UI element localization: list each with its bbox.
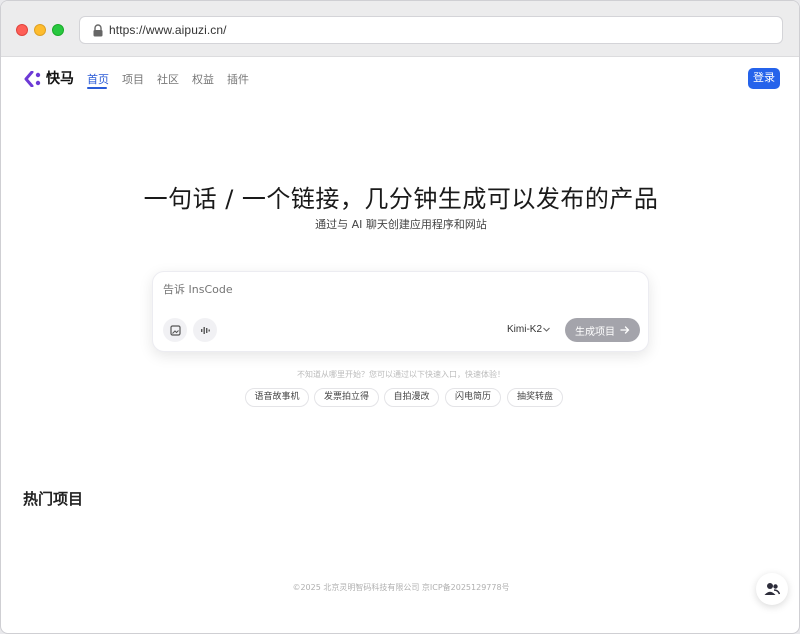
browser-chrome: https://www.aipuzi.cn/ <box>1 1 799 57</box>
arrow-right-icon <box>620 326 630 334</box>
nav-item-community[interactable]: 社区 <box>157 71 179 87</box>
footer-text: ©2025 北京灵明智码科技有限公司 京ICP备2025129778号 <box>292 583 510 592</box>
hero-headline: 一句话 / 一个链接，几分钟生成可以发布的产品 <box>143 185 659 213</box>
nav-item-home[interactable]: 首页 <box>87 71 109 87</box>
nav-item-projects[interactable]: 项目 <box>122 71 144 87</box>
quick-chip-invoice[interactable]: 发票拍立得 <box>314 388 379 407</box>
voice-wave-icon <box>200 326 210 334</box>
upload-image-button[interactable] <box>163 318 187 342</box>
hot-projects-title: 热门项目 <box>23 490 84 508</box>
support-button[interactable] <box>756 573 788 605</box>
quick-chip-voice-story[interactable]: 语音故事机 <box>245 388 309 407</box>
url-text: https://www.aipuzi.cn/ <box>109 23 227 37</box>
quick-entry-hint: 不知道从哪里开始？您可以通过以下快速入口，快速体验！ <box>297 370 505 379</box>
generate-project-label: 生成项目 <box>575 326 615 338</box>
nav-item-plugins[interactable]: 插件 <box>227 71 249 87</box>
quick-chip-resume[interactable]: 闪电简历 <box>445 388 501 407</box>
image-icon <box>169 324 181 336</box>
chevron-down-icon[interactable] <box>542 325 551 334</box>
quick-chip-selfie-comic[interactable]: 自拍漫改 <box>384 388 439 407</box>
quick-chip-lottery[interactable]: 抽奖转盘 <box>507 388 563 407</box>
generate-project-button[interactable]: 生成项目 <box>565 318 640 342</box>
brand-name[interactable]: 快马 <box>46 68 74 88</box>
nav-active-indicator <box>87 87 107 89</box>
nav-item-benefits[interactable]: 权益 <box>192 71 214 87</box>
brand-logo-icon[interactable] <box>24 71 42 87</box>
voice-input-button[interactable] <box>193 318 217 342</box>
hero-subline: 通过与 AI 聊天创建应用程序和网站 <box>315 218 487 231</box>
prompt-card: Kimi-K2 生成项目 <box>152 271 649 352</box>
address-bar[interactable]: https://www.aipuzi.cn/ <box>79 16 783 44</box>
lock-icon <box>93 24 103 37</box>
close-window-button[interactable] <box>16 24 28 36</box>
support-icon <box>764 583 780 595</box>
model-selector[interactable]: Kimi-K2 <box>507 324 542 335</box>
browser-window: https://www.aipuzi.cn/ 快马 首页 项目 社区 权益 插件… <box>0 0 800 634</box>
minimize-window-button[interactable] <box>34 24 46 36</box>
maximize-window-button[interactable] <box>52 24 64 36</box>
login-button[interactable]: 登录 <box>748 68 780 89</box>
site-header: 快马 首页 项目 社区 权益 插件 登录 <box>1 57 799 101</box>
prompt-input[interactable] <box>163 283 633 296</box>
